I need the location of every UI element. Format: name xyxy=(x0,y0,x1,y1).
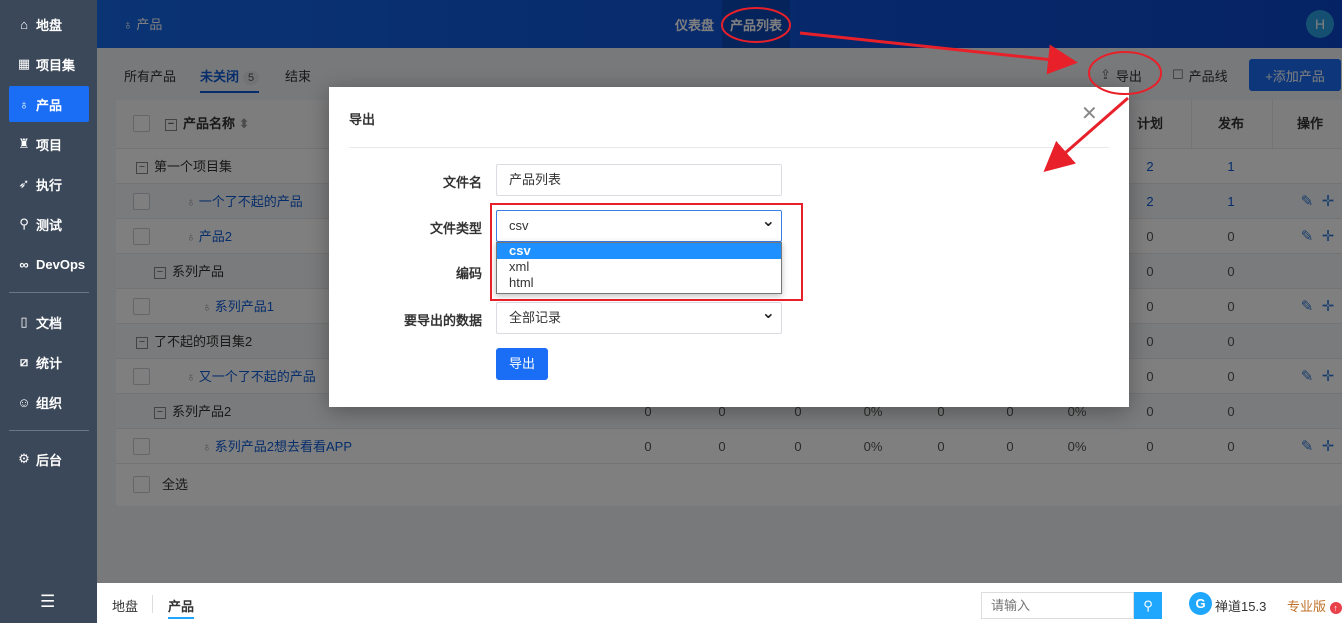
file-name-label: 文件名 xyxy=(442,175,482,190)
sidebar-item-label: 后台 xyxy=(36,452,63,468)
sidebar-item-0[interactable]: ⌂ 地盘 xyxy=(9,6,89,42)
export-dialog: 导出 ✕ 文件名 产品列表 文件类型 csv 编码 要导出的数据 全部记录 导出… xyxy=(329,87,1129,407)
sidebar-item-label: 项目 xyxy=(36,137,63,153)
upgrade-icon: ↑ xyxy=(1329,602,1342,614)
sidebar-item-2[interactable]: ♁ 产品 xyxy=(9,86,89,122)
book-icon: ▯ xyxy=(20,314,28,329)
sidebar-item-1[interactable]: ▦ 项目集 xyxy=(9,46,89,82)
file-type-dropdown: csv xml html xyxy=(496,242,782,294)
sidebar-item-6[interactable]: ∞ DevOps xyxy=(9,246,89,282)
bottom-bar: 地盘 产品 ⚲ G 禅道15.3 专业版 ↑ xyxy=(97,583,1342,623)
sidebar-item-label: 地盘 xyxy=(36,17,63,33)
lightbulb-icon: ♁ xyxy=(19,96,29,112)
sidebar-item-label: 执行 xyxy=(36,177,63,193)
sidebar-item-label: 文档 xyxy=(36,315,63,331)
sidebar-item-3[interactable]: ♜ 项目 xyxy=(9,126,89,162)
version-label[interactable]: 禅道15.3 xyxy=(1215,596,1266,615)
sidebar-item-label: 组织 xyxy=(36,395,63,411)
breadcrumb-product[interactable]: 产品 xyxy=(168,596,195,619)
rocket-icon: ♜ xyxy=(18,136,30,151)
sidebar-item-label: DevOps xyxy=(36,256,86,272)
menu-collapse-icon[interactable]: ☰ xyxy=(40,592,55,612)
divider xyxy=(152,595,153,613)
search-icon: ⚲ xyxy=(1143,598,1153,613)
sidebar-item-label: 测试 xyxy=(36,217,63,233)
sidebar-item-5[interactable]: ⚲ 测试 xyxy=(9,206,89,242)
sidebar-item-9[interactable]: ☺ 组织 xyxy=(9,384,89,420)
sidebar-item-7[interactable]: ▯ 文档 xyxy=(9,304,89,340)
close-icon[interactable]: ✕ xyxy=(1081,101,1098,126)
dialog-title: 导出 xyxy=(349,112,376,127)
sidebar-item-4[interactable]: ➶ 执行 xyxy=(9,166,89,202)
zentao-logo-icon: G xyxy=(1189,592,1212,615)
chart-icon: ⧄ xyxy=(19,354,29,369)
sidebar-item-10[interactable]: ⚙ 后台 xyxy=(9,441,89,477)
sidebar: ⌂ 地盘 ▦ 项目集 ♁ 产品 ♜ 项目 ➶ 执行 ⚲ 测试 ∞ DevOps ▯ 文档 ⧄ 统计 ☺ 组织 ⚙ 后台 ☰ xyxy=(0,0,97,623)
search-icon: ⚲ xyxy=(19,216,29,231)
run-icon: ➶ xyxy=(18,176,30,191)
sidebar-divider xyxy=(9,292,89,293)
edition-link[interactable]: 专业版 ↑ xyxy=(1287,596,1342,615)
grid-icon: ▦ xyxy=(17,56,31,71)
export-submit-button[interactable]: 导出 xyxy=(496,348,548,380)
infinity-icon: ∞ xyxy=(19,256,29,272)
divider xyxy=(349,147,1109,148)
sidebar-item-label: 产品 xyxy=(36,97,63,113)
encoding-label: 编码 xyxy=(455,266,482,281)
home-icon: ⌂ xyxy=(20,16,28,32)
option-xml[interactable]: xml xyxy=(497,259,781,275)
file-type-value: csv xyxy=(509,218,529,233)
data-scope-select[interactable]: 全部记录 xyxy=(496,299,782,334)
file-type-label: 文件类型 xyxy=(429,221,482,236)
gear-icon: ⚙ xyxy=(18,451,30,466)
file-type-select[interactable]: csv xyxy=(496,207,782,242)
data-scope-label: 要导出的数据 xyxy=(403,313,482,328)
breadcrumb-dashboard[interactable]: 地盘 xyxy=(112,596,138,615)
edition-label: 专业版 xyxy=(1287,599,1327,614)
sidebar-item-8[interactable]: ⧄ 统计 xyxy=(9,344,89,380)
users-icon: ☺ xyxy=(17,394,31,410)
data-scope-value: 全部记录 xyxy=(509,310,562,325)
file-name-input[interactable]: 产品列表 xyxy=(496,164,782,196)
option-csv[interactable]: csv xyxy=(497,243,781,259)
search-button[interactable]: ⚲ xyxy=(1134,592,1162,619)
option-html[interactable]: html xyxy=(497,275,781,291)
sidebar-divider xyxy=(9,430,89,431)
sidebar-item-label: 统计 xyxy=(36,355,63,371)
search-input[interactable] xyxy=(981,592,1134,619)
sidebar-item-label: 项目集 xyxy=(36,57,76,73)
